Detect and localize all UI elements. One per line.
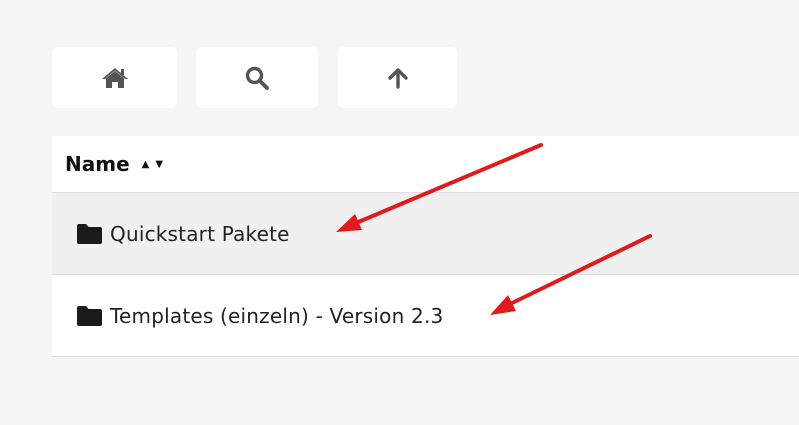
table-header: Name ▲ ▼ — [52, 136, 799, 193]
sort-toggle[interactable]: ▲ ▼ — [142, 159, 163, 170]
search-icon — [245, 66, 269, 90]
table-row[interactable]: Quickstart Pakete — [52, 193, 799, 275]
home-icon — [101, 67, 128, 88]
search-button[interactable] — [196, 47, 318, 108]
column-header-name[interactable]: Name — [65, 152, 130, 176]
row-label[interactable]: Templates (einzeln) - Version 2.3 — [110, 304, 443, 328]
sort-asc-icon[interactable]: ▲ — [142, 159, 150, 170]
file-table: Name ▲ ▼ Quickstart Pakete Templates (ei… — [52, 136, 799, 357]
table-row[interactable]: Templates (einzeln) - Version 2.3 — [52, 275, 799, 357]
home-button[interactable] — [52, 47, 177, 108]
row-label[interactable]: Quickstart Pakete — [110, 222, 290, 246]
sort-desc-icon[interactable]: ▼ — [155, 159, 163, 170]
file-browser: Name ▲ ▼ Quickstart Pakete Templates (ei… — [0, 0, 799, 425]
arrow-up-icon — [387, 67, 408, 89]
folder-icon — [77, 305, 102, 326]
parent-folder-button[interactable] — [338, 47, 457, 108]
folder-icon — [77, 223, 102, 244]
